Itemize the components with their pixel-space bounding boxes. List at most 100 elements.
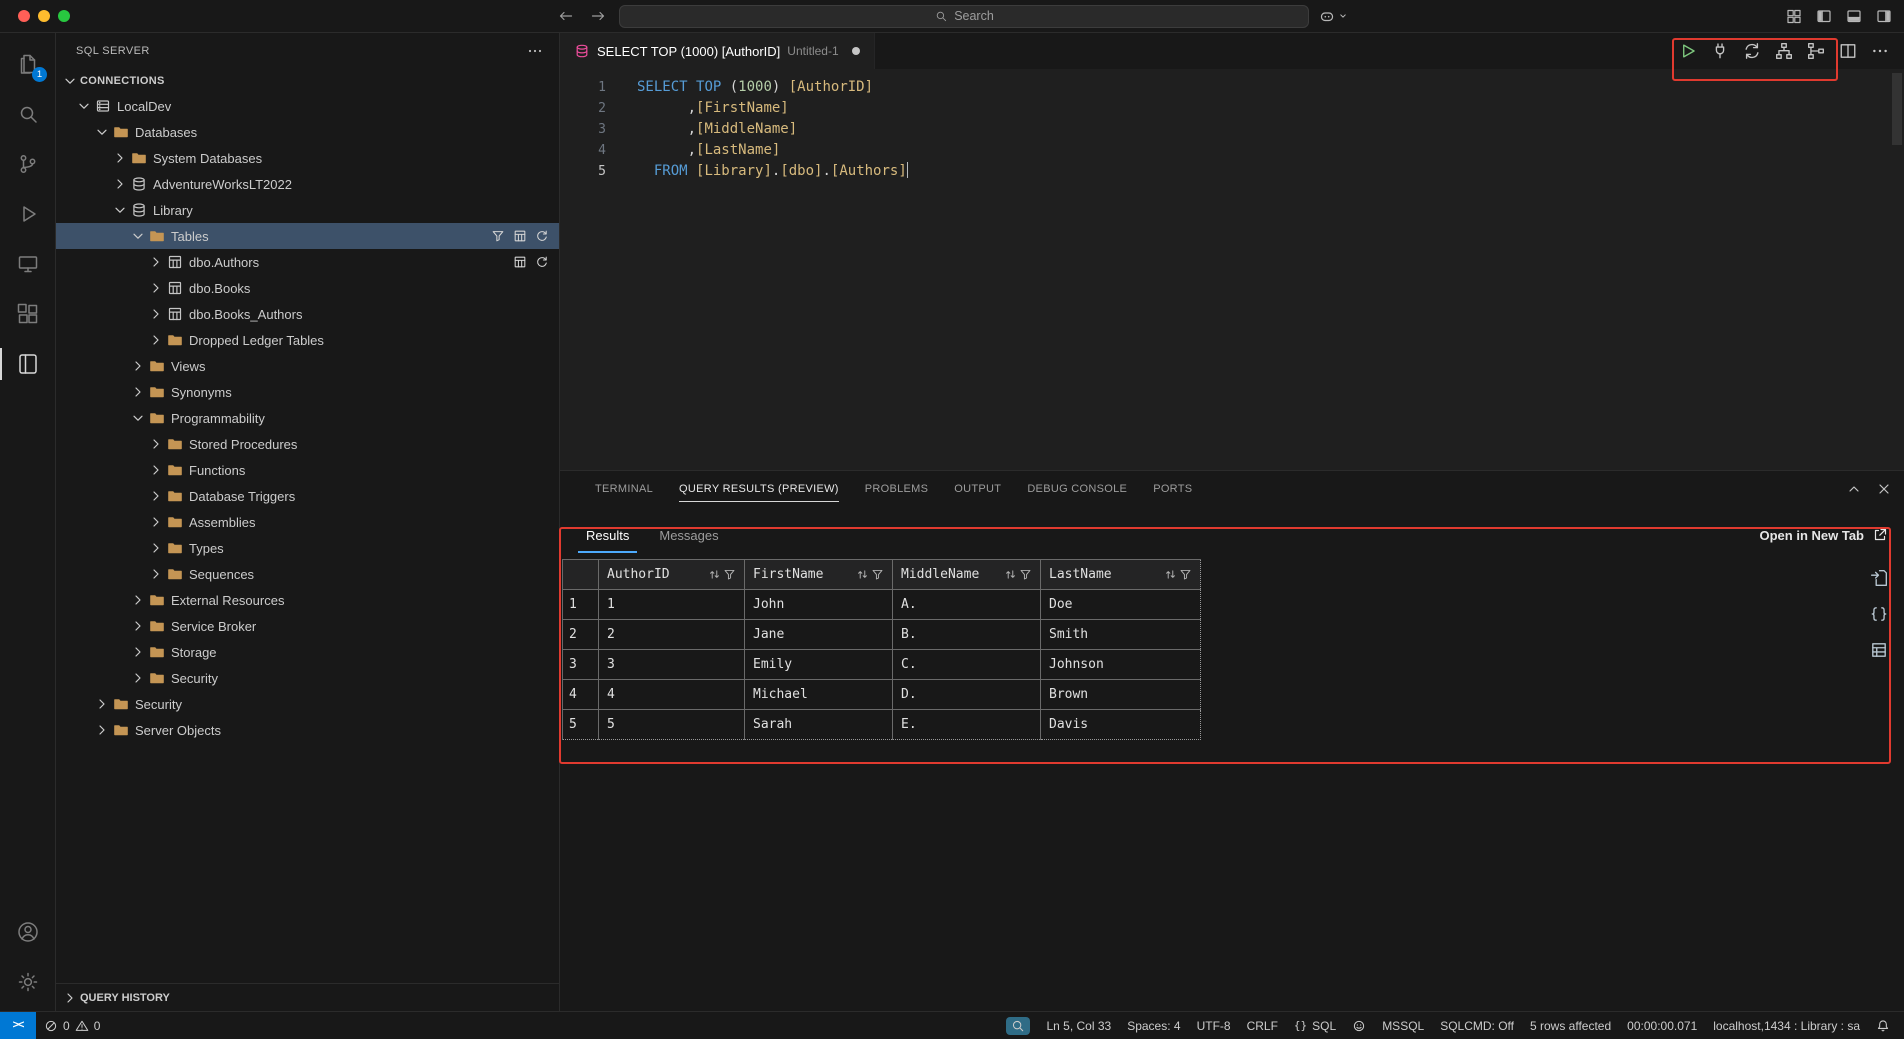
- activity-item-explorer[interactable]: 1: [0, 39, 55, 89]
- filter-icon[interactable]: [1019, 568, 1032, 581]
- grid-row[interactable]: 44MichaelD.Brown: [563, 680, 1201, 710]
- problems-status[interactable]: 0 0: [36, 1012, 108, 1039]
- grid-cell[interactable]: Davis: [1041, 710, 1201, 740]
- sort-icon[interactable]: [1004, 568, 1017, 581]
- activity-item-remote-explorer[interactable]: [0, 239, 55, 289]
- activity-item-accounts[interactable]: [0, 907, 55, 957]
- status-utf-8[interactable]: UTF-8: [1189, 1012, 1239, 1039]
- copilot-menu[interactable]: [1319, 8, 1349, 24]
- code-line-2[interactable]: 2 ,[FirstName]: [560, 98, 1904, 119]
- estimated-plan-button[interactable]: [1774, 41, 1794, 61]
- search-input[interactable]: Search: [619, 5, 1309, 28]
- save-csv-button[interactable]: [1870, 569, 1888, 587]
- status-sql[interactable]: {}SQL: [1286, 1012, 1344, 1039]
- grid-cell[interactable]: 2: [599, 620, 745, 650]
- grid-cell[interactable]: Doe: [1041, 590, 1201, 620]
- table-icon[interactable]: [513, 255, 527, 269]
- open-in-new-tab-button[interactable]: Open in New Tab: [1760, 527, 1889, 543]
- code-line-3[interactable]: 3 ,[MiddleName]: [560, 119, 1904, 140]
- tree-item-types[interactable]: Types: [56, 535, 559, 561]
- status-ln-5-col-33[interactable]: Ln 5, Col 33: [1038, 1012, 1119, 1039]
- save-excel-button[interactable]: [1870, 641, 1888, 659]
- activity-item-extensions[interactable]: [0, 289, 55, 339]
- status-feedback[interactable]: [1344, 1012, 1374, 1039]
- tree-item-stored-procedures[interactable]: Stored Procedures: [56, 431, 559, 457]
- grid-column-firstname[interactable]: FirstName: [745, 560, 893, 590]
- grid-cell[interactable]: Smith: [1041, 620, 1201, 650]
- grid-cell[interactable]: B.: [893, 620, 1041, 650]
- panel-tab-debug-console[interactable]: DEBUG CONSOLE: [1014, 471, 1140, 507]
- tree-item-tables[interactable]: Tables: [56, 223, 559, 249]
- split-editor-button[interactable]: [1838, 41, 1858, 61]
- status-00-00-00-071[interactable]: 00:00:00.071: [1619, 1012, 1705, 1039]
- activity-item-mssql[interactable]: [0, 339, 55, 389]
- grid-cell[interactable]: E.: [893, 710, 1041, 740]
- grid-cell[interactable]: A.: [893, 590, 1041, 620]
- tree-item-views[interactable]: Views: [56, 353, 559, 379]
- code-line-5[interactable]: 5 FROM [Library].[dbo].[Authors]: [560, 161, 1904, 182]
- grid-cell[interactable]: Michael: [745, 680, 893, 710]
- tree-item-dbo-authors[interactable]: dbo.Authors: [56, 249, 559, 275]
- tree-item-dbo-books-authors[interactable]: dbo.Books_Authors: [56, 301, 559, 327]
- activity-item-search[interactable]: [0, 89, 55, 139]
- layout-sidebar-icon[interactable]: [1816, 8, 1832, 24]
- panel-tab-output[interactable]: OUTPUT: [941, 471, 1014, 507]
- activity-item-settings[interactable]: [0, 957, 55, 1007]
- back-icon[interactable]: [555, 5, 577, 27]
- grid-cell[interactable]: C.: [893, 650, 1041, 680]
- sort-icon[interactable]: [1164, 568, 1177, 581]
- grid-row-number[interactable]: 4: [563, 680, 599, 710]
- tree-item-dbo-books[interactable]: dbo.Books: [56, 275, 559, 301]
- status-spaces-4[interactable]: Spaces: 4: [1119, 1012, 1188, 1039]
- panel-tab-problems[interactable]: PROBLEMS: [852, 471, 942, 507]
- grid-row[interactable]: 55SarahE.Davis: [563, 710, 1201, 740]
- grid-cell[interactable]: Johnson: [1041, 650, 1201, 680]
- tree-item-storage[interactable]: Storage: [56, 639, 559, 665]
- tree-item-library[interactable]: Library: [56, 197, 559, 223]
- status-sqlcmd-off[interactable]: SQLCMD: Off: [1432, 1012, 1522, 1039]
- filter-icon[interactable]: [723, 568, 736, 581]
- grid-cell[interactable]: John: [745, 590, 893, 620]
- minimize-window-button[interactable]: [38, 10, 50, 22]
- results-tab-messages[interactable]: Messages: [657, 517, 720, 553]
- layout-panel-icon[interactable]: [1846, 8, 1862, 24]
- tree-item-programmability[interactable]: Programmability: [56, 405, 559, 431]
- status-localhost-1434-library-sa[interactable]: localhost,1434 : Library : sa: [1705, 1012, 1868, 1039]
- status-5-rows-affected[interactable]: 5 rows affected: [1522, 1012, 1619, 1039]
- run-button[interactable]: [1678, 41, 1698, 61]
- tree-item-security[interactable]: Security: [56, 665, 559, 691]
- grid-cell[interactable]: 5: [599, 710, 745, 740]
- remote-indicator[interactable]: ><: [0, 1012, 36, 1039]
- grid-cell[interactable]: Jane: [745, 620, 893, 650]
- layout-grid-icon[interactable]: [1786, 8, 1802, 24]
- editor-scrollbar[interactable]: [1892, 73, 1902, 145]
- code-line-4[interactable]: 4 ,[LastName]: [560, 140, 1904, 161]
- status-magnifier[interactable]: [998, 1012, 1038, 1039]
- tree-item-synonyms[interactable]: Synonyms: [56, 379, 559, 405]
- tree-item-service-broker[interactable]: Service Broker: [56, 613, 559, 639]
- tree-item-security[interactable]: Security: [56, 691, 559, 717]
- grid-column-middlename[interactable]: MiddleName: [893, 560, 1041, 590]
- panel-tab-ports[interactable]: PORTS: [1140, 471, 1205, 507]
- results-tab-results[interactable]: Results: [584, 517, 631, 553]
- query-history-section-header[interactable]: QUERY HISTORY: [56, 983, 559, 1011]
- grid-row-number[interactable]: 2: [563, 620, 599, 650]
- tree-item-adventureworkslt2022[interactable]: AdventureWorksLT2022: [56, 171, 559, 197]
- more-button[interactable]: [1870, 41, 1890, 61]
- status-crlf[interactable]: CRLF: [1239, 1012, 1286, 1039]
- tree-item-dropped-ledger-tables[interactable]: Dropped Ledger Tables: [56, 327, 559, 353]
- tree-item-database-triggers[interactable]: Database Triggers: [56, 483, 559, 509]
- save-json-button[interactable]: [1870, 605, 1888, 623]
- zoom-window-button[interactable]: [58, 10, 70, 22]
- tree-item-assemblies[interactable]: Assemblies: [56, 509, 559, 535]
- grid-row-number[interactable]: 1: [563, 590, 599, 620]
- tree-item-functions[interactable]: Functions: [56, 457, 559, 483]
- connections-section-header[interactable]: CONNECTIONS: [56, 69, 559, 93]
- grid-cell[interactable]: Brown: [1041, 680, 1201, 710]
- filter-icon[interactable]: [491, 229, 505, 243]
- code-line-1[interactable]: 1SELECT TOP (1000) [AuthorID]: [560, 77, 1904, 98]
- tree-item-system-databases[interactable]: System Databases: [56, 145, 559, 171]
- grid-cell[interactable]: Emily: [745, 650, 893, 680]
- actual-plan-button[interactable]: [1806, 41, 1826, 61]
- grid-row[interactable]: 33EmilyC.Johnson: [563, 650, 1201, 680]
